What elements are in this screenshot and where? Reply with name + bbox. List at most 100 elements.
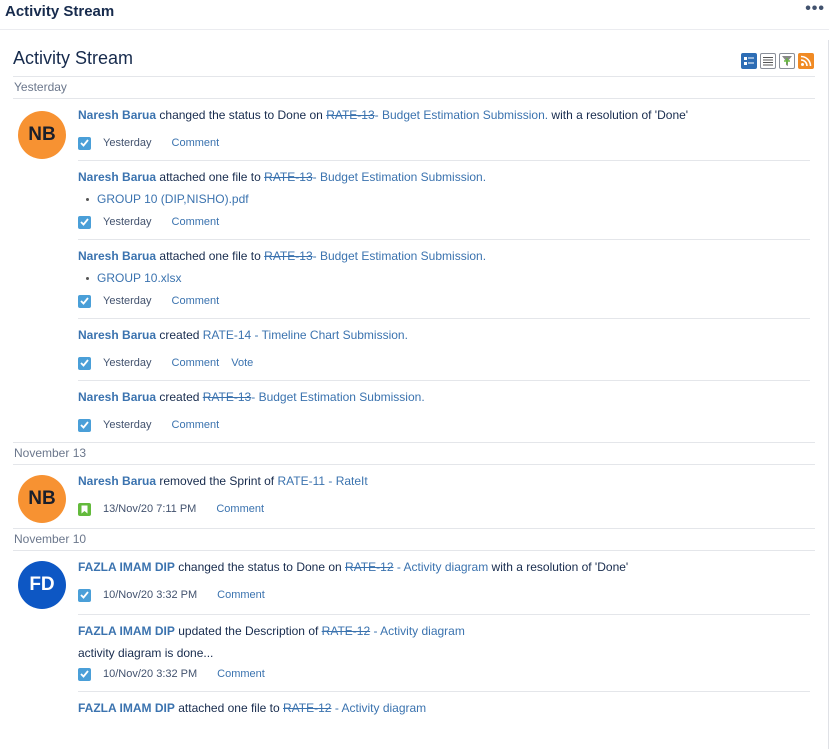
activity-item: Naresh Barua removed the Sprint of RATE-… <box>78 465 810 528</box>
task-checkbox-icon <box>78 356 91 370</box>
activity-text: Naresh Barua removed the Sprint of RATE-… <box>78 474 368 488</box>
task-checkbox-icon <box>78 667 91 681</box>
bullet-icon <box>86 277 89 281</box>
comment-link[interactable]: Comment <box>216 503 264 515</box>
user-link[interactable]: Naresh Barua <box>78 170 156 184</box>
more-options-button[interactable]: ••• <box>805 0 825 18</box>
activity-meta: 13/Nov/20 7:11 PM Comment <box>78 502 810 516</box>
issue-key-link[interactable]: RATE-13 <box>326 108 374 122</box>
activity-item: FAZLA IMAM DIP updated the Description o… <box>78 615 810 692</box>
header-divider <box>0 29 829 30</box>
issue-key-link[interactable]: RATE-13 <box>203 390 251 404</box>
user-link[interactable]: Naresh Barua <box>78 390 156 404</box>
attachment-item: GROUP 10.xlsx <box>86 271 810 285</box>
avatar[interactable]: FD <box>18 561 66 609</box>
timestamp: 13/Nov/20 7:11 PM <box>103 503 197 515</box>
task-checkbox-icon <box>78 215 91 229</box>
issue-key-link[interactable]: RATE-12 <box>283 701 331 715</box>
issue-summary-link[interactable]: - Activity diagram <box>373 624 464 638</box>
activity-item: Naresh Barua attached one file to RATE-1… <box>78 240 810 319</box>
comment-link[interactable]: Comment <box>217 589 265 601</box>
user-link[interactable]: Naresh Barua <box>78 108 156 122</box>
story-icon <box>78 502 91 516</box>
comment-link[interactable]: Comment <box>172 419 220 431</box>
attachment-link[interactable]: GROUP 10.xlsx <box>97 271 181 285</box>
issue-key-link[interactable]: RATE-12 <box>345 560 393 574</box>
issue-key-link[interactable]: RATE-13 <box>264 249 312 263</box>
full-view-icon[interactable] <box>741 53 757 69</box>
task-checkbox-icon <box>78 588 91 602</box>
day-header-nov10: November 10 <box>13 529 815 551</box>
activity-text: Naresh Barua created RATE-14 - Timeline … <box>78 328 408 342</box>
comment-link[interactable]: Comment <box>217 668 265 680</box>
avatar[interactable]: NB <box>18 475 66 523</box>
attachment-link[interactable]: GROUP 10 (DIP,NISHO).pdf <box>97 192 249 206</box>
dashboard-title: Activity Stream <box>5 3 115 20</box>
activity-text: Naresh Barua attached one file to RATE-1… <box>78 249 487 263</box>
timestamp: 10/Nov/20 3:32 PM <box>103 668 198 680</box>
avatar[interactable]: NB <box>18 111 66 159</box>
user-link[interactable]: Naresh Barua <box>78 328 156 342</box>
comment-link[interactable]: Comment <box>172 295 220 307</box>
rss-icon[interactable] <box>798 53 814 69</box>
gadget-toolbar <box>741 53 814 69</box>
activity-item: Naresh Barua created RATE-14 - Timeline … <box>78 319 810 381</box>
activity-meta: 10/Nov/20 3:32 PM Comment <box>78 667 810 681</box>
activity-meta: Yesterday Comment <box>78 418 810 432</box>
user-link[interactable]: Naresh Barua <box>78 474 156 488</box>
timestamp: Yesterday <box>103 295 152 307</box>
timestamp: Yesterday <box>103 419 152 431</box>
activity-meta: Yesterday Comment <box>78 136 810 150</box>
issue-summary-link[interactable]: - Budget Estimation Submission. <box>251 390 424 404</box>
dashboard-header: Activity Stream ••• <box>0 0 829 30</box>
timestamp: 10/Nov/20 3:32 PM <box>103 589 198 601</box>
issue-summary-link[interactable]: - Activity diagram <box>335 701 426 715</box>
activity-item: Naresh Barua changed the status to Done … <box>78 99 810 161</box>
user-link[interactable]: Naresh Barua <box>78 249 156 263</box>
user-link[interactable]: FAZLA IMAM DIP <box>78 701 175 715</box>
activity-item: FAZLA IMAM DIP attached one file to RATE… <box>78 692 810 726</box>
gadget-title: Activity Stream <box>13 48 134 68</box>
timestamp: Yesterday <box>103 137 152 149</box>
issue-key-link[interactable]: RATE-13 <box>264 170 312 184</box>
activity-item: Naresh Barua created RATE-13- Budget Est… <box>78 381 810 442</box>
activity-group-nb-nov13: NB Naresh Barua removed the Sprint of RA… <box>13 465 815 529</box>
activity-text: FAZLA IMAM DIP attached one file to RATE… <box>78 701 427 715</box>
task-checkbox-icon <box>78 294 91 308</box>
user-link[interactable]: FAZLA IMAM DIP <box>78 624 175 638</box>
activity-group-fd-nov10: FD FAZLA IMAM DIP changed the status to … <box>13 551 815 726</box>
filter-icon[interactable] <box>779 53 795 69</box>
issue-link[interactable]: RATE-14 - Timeline Chart Submission. <box>203 328 408 342</box>
user-link[interactable]: FAZLA IMAM DIP <box>78 560 175 574</box>
vote-link[interactable]: Vote <box>231 357 253 369</box>
activity-text: Naresh Barua created RATE-13- Budget Est… <box>78 390 425 404</box>
day-header-yesterday: Yesterday <box>13 77 815 99</box>
task-checkbox-icon <box>78 418 91 432</box>
activity-text: Naresh Barua changed the status to Done … <box>78 108 689 122</box>
attachment-item: GROUP 10 (DIP,NISHO).pdf <box>86 192 810 206</box>
task-checkbox-icon <box>78 136 91 150</box>
comment-link[interactable]: Comment <box>172 357 220 369</box>
description-text: activity diagram is done... <box>78 646 214 660</box>
timestamp: Yesterday <box>103 357 152 369</box>
issue-summary-link[interactable]: - Activity diagram <box>397 560 488 574</box>
issue-summary-link[interactable]: - Budget Estimation Submission. <box>375 108 548 122</box>
activity-item: Naresh Barua attached one file to RATE-1… <box>78 161 810 240</box>
bullet-icon <box>86 198 89 202</box>
issue-link[interactable]: RATE-11 - RateIt <box>277 474 367 488</box>
comment-link[interactable]: Comment <box>172 216 220 228</box>
activity-meta: Yesterday Comment <box>78 215 810 229</box>
issue-summary-link[interactable]: - Budget Estimation Submission. <box>313 249 486 263</box>
timestamp: Yesterday <box>103 216 152 228</box>
activity-meta: Yesterday Comment <box>78 294 810 308</box>
gadget-header: Activity Stream <box>13 40 815 77</box>
activity-meta: 10/Nov/20 3:32 PM Comment <box>78 588 810 602</box>
activity-text: FAZLA IMAM DIP updated the Description o… <box>78 624 465 638</box>
list-view-icon[interactable] <box>760 53 776 69</box>
day-header-nov13: November 13 <box>13 443 815 465</box>
comment-link[interactable]: Comment <box>172 137 220 149</box>
issue-key-link[interactable]: RATE-12 <box>322 624 370 638</box>
activity-group-nb-yesterday: NB Naresh Barua changed the status to Do… <box>13 99 815 443</box>
activity-text: FAZLA IMAM DIP changed the status to Don… <box>78 560 629 574</box>
issue-summary-link[interactable]: - Budget Estimation Submission. <box>313 170 486 184</box>
